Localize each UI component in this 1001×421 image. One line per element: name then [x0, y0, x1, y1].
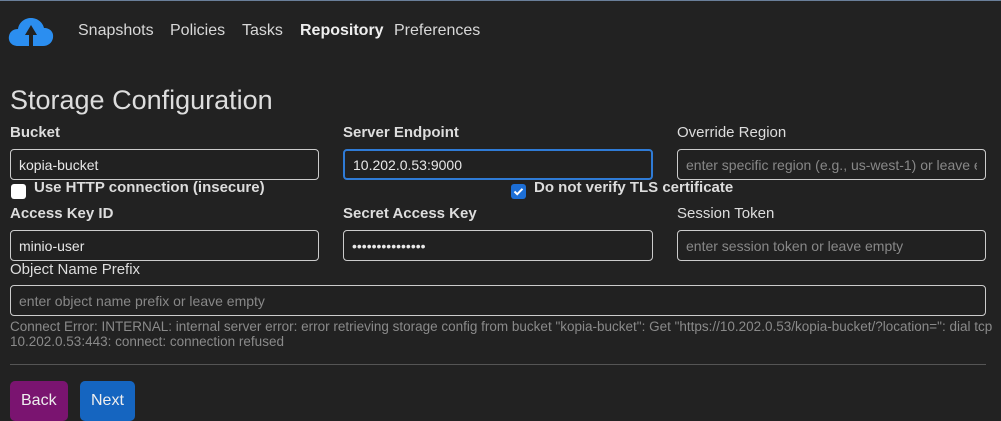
next-button[interactable]: Next [80, 381, 135, 421]
back-button[interactable]: Back [10, 381, 68, 421]
secret-key-label: Secret Access Key [343, 205, 477, 222]
bucket-label: Bucket [10, 124, 61, 141]
nav-snapshots[interactable]: Snapshots [78, 22, 154, 40]
connect-error-message: Connect Error: INTERNAL: internal server… [10, 319, 993, 349]
divider [10, 364, 986, 365]
nav-repository[interactable]: Repository [300, 22, 384, 40]
use-http-label: Use HTTP connection (insecure) [34, 179, 265, 196]
session-token-label: Session Token [677, 205, 775, 222]
secret-key-input[interactable] [343, 230, 653, 261]
check-icon [513, 188, 524, 196]
access-key-input[interactable] [10, 230, 319, 261]
region-input[interactable] [677, 149, 986, 180]
use-http-checkbox[interactable] [11, 184, 26, 199]
nav-tasks[interactable]: Tasks [242, 22, 283, 40]
session-token-input[interactable] [677, 230, 986, 261]
nav-preferences[interactable]: Preferences [394, 22, 480, 40]
access-key-label: Access Key ID [10, 205, 114, 222]
kopia-logo-icon [8, 18, 54, 46]
nav-policies[interactable]: Policies [170, 22, 225, 40]
bucket-input[interactable] [10, 149, 319, 180]
no-verify-tls-label: Do not verify TLS certificate [534, 179, 734, 196]
region-label: Override Region [677, 124, 787, 141]
page-title: Storage Configuration [10, 85, 273, 115]
endpoint-label: Server Endpoint [343, 124, 459, 141]
no-verify-tls-checkbox[interactable] [511, 184, 526, 199]
endpoint-input[interactable] [343, 149, 653, 180]
prefix-label: Object Name Prefix [10, 261, 141, 278]
prefix-input[interactable] [10, 285, 986, 316]
